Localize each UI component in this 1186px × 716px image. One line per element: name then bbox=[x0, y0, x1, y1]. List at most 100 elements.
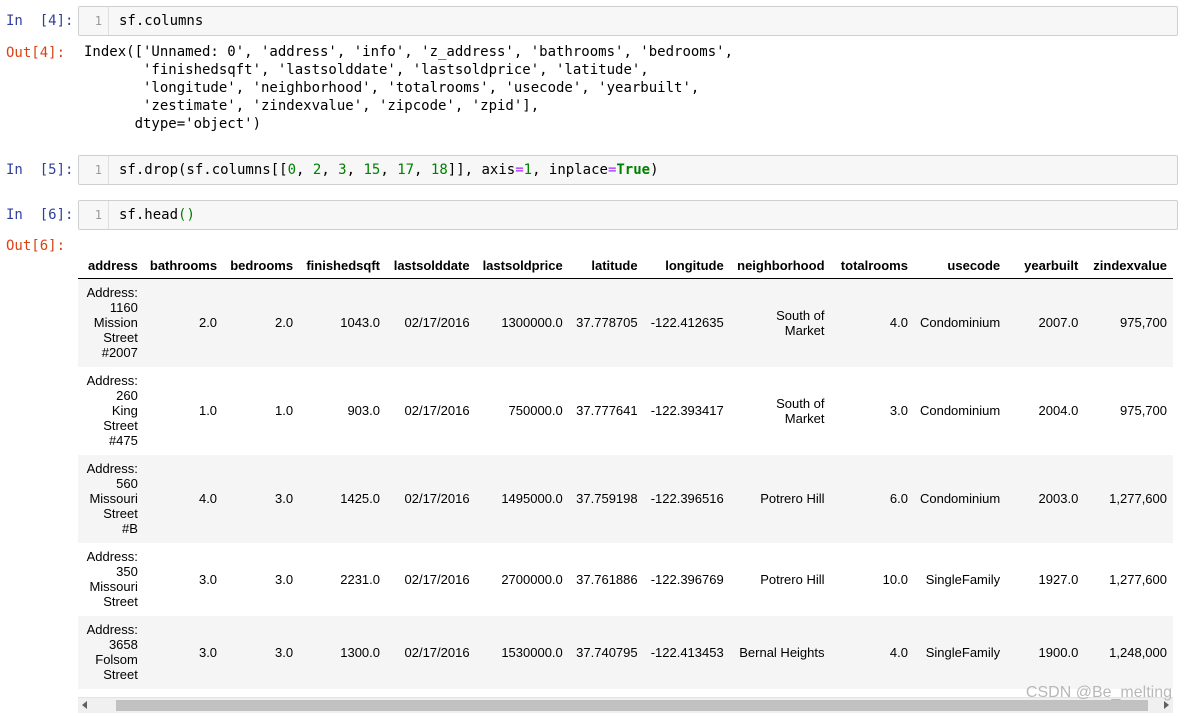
cell-zindexvalue: 1,277,600 bbox=[1109, 571, 1167, 587]
cell-latitude: 37.759198 bbox=[576, 491, 638, 506]
cell-finishedsqft: 2231.0 bbox=[340, 571, 380, 587]
column-header-lastsolddate: lastsolddate bbox=[386, 252, 476, 279]
cell-lastsolddate: 02/17/2016 bbox=[404, 491, 470, 506]
column-header-usecode: usecode bbox=[913, 252, 1007, 279]
cell-usecode: Condominium bbox=[919, 491, 1001, 506]
cell-neighborhood: Potrero Hill bbox=[730, 455, 831, 543]
address-line: Street bbox=[103, 594, 138, 609]
cell-totalrooms: 10.0 bbox=[882, 571, 908, 587]
cell-longitude: -122.413453 bbox=[650, 644, 724, 660]
code-line: sf.head() bbox=[119, 207, 195, 223]
scroll-left-arrow-icon[interactable] bbox=[82, 701, 87, 709]
address-line: Missouri bbox=[89, 491, 138, 506]
dataframe-table: address bathrooms bedrooms finishedsqft last… bbox=[78, 252, 1173, 689]
cell-lastsoldprice: 1530000.0 bbox=[501, 644, 563, 660]
address-line: Address: bbox=[86, 285, 138, 301]
column-header-neighborhood: neighborhood bbox=[729, 252, 831, 279]
scroll-thumb[interactable] bbox=[116, 700, 1148, 711]
code-cell-5[interactable]: 1 sf.drop(sf.columns[[0, 2, 3, 15, 17, 1… bbox=[78, 155, 1178, 185]
address-line: #475 bbox=[108, 433, 138, 448]
scroll-right-arrow-icon[interactable] bbox=[1164, 701, 1169, 709]
table-row: Address: 560 Missouri Street #B 4.0 3.0 1425.0 0… bbox=[78, 454, 1173, 543]
cell-longitude: -122.393417 bbox=[650, 403, 724, 418]
index-output: Index(['Unnamed: 0', 'address', 'info', … bbox=[84, 43, 733, 133]
cell-bathrooms: 1.0 bbox=[198, 403, 218, 418]
cell-totalrooms: 6.0 bbox=[889, 491, 908, 506]
cell-neighborhood: Bernal Heights bbox=[730, 616, 831, 689]
column-header-finishedsqft: finishedsqft bbox=[299, 252, 386, 279]
code-cell-4[interactable]: 1 sf.columns bbox=[78, 6, 1178, 36]
table-row: Address: 350 Missouri Street 3.0 3.0 2231.0 02/… bbox=[78, 543, 1173, 616]
cell-longitude: -122.412635 bbox=[650, 315, 724, 331]
cell-usecode: SingleFamily bbox=[925, 571, 1001, 587]
code-line: sf.drop(sf.columns[[0, 2, 3, 15, 17, 18]… bbox=[119, 162, 659, 178]
cell-lastsoldprice: 1300000.0 bbox=[501, 315, 563, 331]
cell-bathrooms: 3.0 bbox=[198, 571, 218, 587]
output-line: 'zestimate', 'zindexvalue', 'zipcode', '… bbox=[84, 98, 540, 114]
cell-zindexvalue: 1,277,600 bbox=[1109, 491, 1167, 506]
cell-yearbuilt: 2007.0 bbox=[1038, 315, 1079, 331]
cell-finishedsqft: 1043.0 bbox=[340, 315, 380, 331]
cell-bedrooms: 1.0 bbox=[274, 403, 294, 418]
cell-totalrooms: 4.0 bbox=[889, 315, 908, 331]
cell-bathrooms: 4.0 bbox=[198, 491, 218, 506]
address-line: #B bbox=[121, 521, 138, 536]
cell-latitude: 37.740795 bbox=[576, 644, 638, 660]
cell-latitude: 37.778705 bbox=[576, 315, 638, 331]
cell-zindexvalue: 975,700 bbox=[1120, 315, 1167, 331]
address-line: 350 bbox=[116, 564, 138, 579]
cell-latitude: 37.761886 bbox=[576, 571, 638, 587]
column-header-zindexvalue: zindexvalue bbox=[1084, 252, 1173, 279]
watermark: CSDN @Be_melting bbox=[1025, 684, 1172, 701]
neighborhood-line: Potrero Hill bbox=[760, 491, 825, 506]
cell-totalrooms: 4.0 bbox=[889, 644, 908, 660]
cell-address: Address: 1160 Mission Street #2007 bbox=[78, 279, 144, 367]
column-header-bathrooms: bathrooms bbox=[143, 252, 224, 279]
code-cell-6[interactable]: 1 sf.head() bbox=[78, 200, 1178, 230]
cell-lastsolddate: 02/17/2016 bbox=[404, 644, 470, 660]
line-number: 1 bbox=[79, 7, 109, 35]
column-header-lastsoldprice: lastsoldprice bbox=[475, 252, 569, 279]
cell-address: Address: 260 King Street #475 bbox=[78, 367, 144, 455]
cell-finishedsqft: 1300.0 bbox=[340, 644, 380, 660]
address-line: 1160 bbox=[109, 300, 138, 316]
output-line: dtype='object') bbox=[84, 116, 262, 132]
address-line: 260 bbox=[116, 388, 138, 403]
cell-bedrooms: 3.0 bbox=[274, 491, 294, 506]
in-prompt-5: In [5]: bbox=[6, 162, 74, 178]
neighborhood-line: Market bbox=[784, 410, 825, 426]
address-line: Address: bbox=[86, 549, 138, 564]
address-line: 3658 bbox=[108, 637, 138, 652]
cell-lastsolddate: 02/17/2016 bbox=[404, 315, 470, 331]
cell-yearbuilt: 2004.0 bbox=[1038, 403, 1079, 418]
table-row: Address: 260 King Street #475 1.0 1.0 903.0 02/1… bbox=[78, 367, 1173, 455]
cell-address: Address: 3658 Folsom Street bbox=[78, 616, 144, 689]
address-line: Street bbox=[103, 418, 138, 433]
cell-lastsoldprice: 750000.0 bbox=[508, 403, 563, 418]
cell-longitude: -122.396769 bbox=[650, 571, 724, 587]
neighborhood-line: Market bbox=[784, 322, 825, 338]
column-header-latitude: latitude bbox=[568, 252, 644, 279]
out-prompt-6: Out[6]: bbox=[6, 238, 66, 254]
dataframe-output: address bathrooms bedrooms finishedsqft last… bbox=[78, 252, 1173, 694]
cell-finishedsqft: 903.0 bbox=[347, 403, 380, 418]
output-line: Index(['Unnamed: 0', 'address', 'info', … bbox=[84, 44, 734, 60]
cell-address: Address: 560 Missouri Street #B bbox=[78, 455, 144, 543]
out-prompt-4: Out[4]: bbox=[6, 45, 66, 61]
address-line: Address: bbox=[86, 622, 138, 637]
address-line: Mission bbox=[93, 315, 138, 331]
cell-usecode: Condominium bbox=[919, 315, 1001, 331]
horizontal-scrollbar[interactable] bbox=[78, 697, 1173, 713]
cell-lastsoldprice: 2700000.0 bbox=[501, 571, 563, 587]
cell-address: Address: 350 Missouri Street bbox=[78, 543, 144, 616]
column-header-yearbuilt: yearbuilt bbox=[1006, 252, 1085, 279]
address-line: Street bbox=[103, 330, 138, 346]
column-header-longitude: longitude bbox=[643, 252, 730, 279]
cell-lastsolddate: 02/17/2016 bbox=[404, 403, 470, 418]
table-row: Address: 3658 Folsom Street 3.0 3.0 1300.0 02/1… bbox=[78, 615, 1173, 689]
line-number: 1 bbox=[79, 156, 109, 184]
cell-zindexvalue: 1,248,000 bbox=[1109, 644, 1167, 660]
code-line: sf.columns bbox=[119, 13, 204, 29]
cell-neighborhood: South of Market bbox=[730, 279, 831, 367]
column-header-totalrooms: totalrooms bbox=[830, 252, 914, 279]
